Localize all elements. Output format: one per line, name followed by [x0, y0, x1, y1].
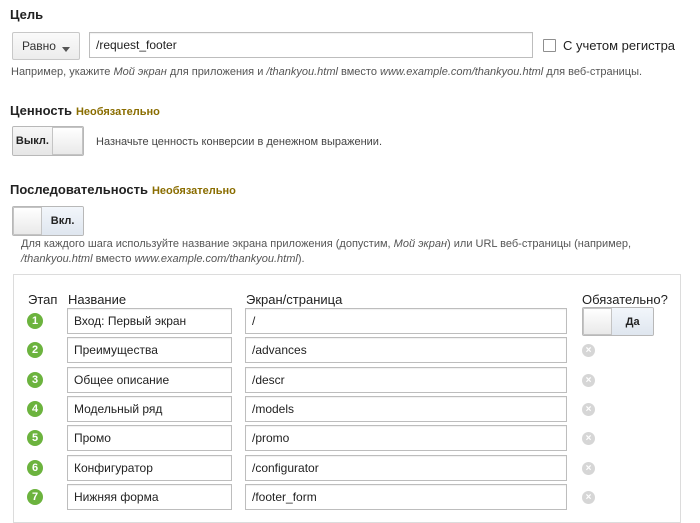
step-screen-input[interactable]: /descr [245, 367, 567, 393]
step-screen-input[interactable]: /promo [245, 425, 567, 451]
funnel-toggle-label: Вкл. [42, 207, 83, 235]
value-toggle-label: Выкл. [13, 127, 52, 155]
step-screen-text: /promo [252, 431, 290, 445]
value-optional-tag: Необязательно [75, 106, 160, 118]
step-screen-input[interactable]: /models [245, 396, 567, 422]
col-header-name: Название [68, 292, 127, 307]
step-number-badge: 6 [27, 460, 43, 476]
funnel-hint: Для каждого шага используйте название эк… [21, 238, 632, 265]
step-screen-input[interactable]: /configurator [245, 455, 567, 481]
case-sensitive-checkbox[interactable] [543, 39, 556, 52]
remove-step-icon[interactable]: × [582, 462, 595, 475]
step-number-badge: 5 [27, 430, 43, 446]
step-screen-text: /configurator [252, 461, 319, 475]
step-screen-input[interactable]: / [245, 308, 567, 334]
step-number-badge: 7 [27, 489, 43, 505]
goal-title: Цель [10, 7, 44, 22]
step-name-input[interactable]: Конфигуратор [67, 455, 232, 481]
funnel-toggle[interactable]: Вкл. [12, 206, 84, 236]
step-name-input[interactable]: Преимущества [67, 337, 232, 363]
step-number-badge: 1 [27, 313, 43, 329]
required-toggle-label: Да [612, 308, 653, 335]
step-number-badge: 2 [27, 342, 43, 358]
value-description: Назначьте ценность конверсии в денежном … [96, 136, 382, 148]
step-screen-input[interactable]: /advances [245, 337, 567, 363]
match-type-dropdown[interactable]: Равно [12, 32, 80, 60]
match-type-value: Равно [22, 39, 56, 53]
step-screen-text: /footer_form [252, 490, 317, 504]
step-name-input[interactable]: Промо [67, 425, 232, 451]
col-header-required: Обязательно? [582, 292, 668, 307]
step-name-text: Вход: Первый экран [74, 314, 187, 328]
goal-value-text: /request_footer [96, 38, 177, 52]
funnel-toggle-knob [13, 207, 43, 235]
step-name-text: Преимущества [74, 343, 158, 357]
step-name-text: Модельный ряд [74, 402, 163, 416]
step-name-text: Нижняя форма [74, 490, 159, 504]
goal-value-input[interactable]: /request_footer [89, 32, 533, 58]
remove-step-icon[interactable]: × [582, 374, 595, 387]
step-screen-text: /descr [252, 373, 285, 387]
step-name-text: Конфигуратор [74, 461, 153, 475]
remove-step-icon[interactable]: × [582, 403, 595, 416]
remove-step-icon[interactable]: × [582, 491, 595, 504]
step-screen-text: /advances [252, 343, 307, 357]
value-toggle[interactable]: Выкл. [12, 126, 84, 156]
step-name-input[interactable]: Модельный ряд [67, 396, 232, 422]
col-header-screen: Экран/страница [246, 292, 343, 307]
step-name-text: Общее описание [74, 373, 170, 387]
remove-step-icon[interactable]: × [582, 432, 595, 445]
step-screen-input[interactable]: /footer_form [245, 484, 567, 510]
funnel-optional-tag: Необязательно [151, 185, 236, 197]
value-title: Ценность [10, 103, 72, 118]
case-sensitive-label: С учетом регистра [563, 38, 676, 53]
funnel-heading: Последовательность Необязательно [10, 181, 236, 199]
step-number-badge: 4 [27, 401, 43, 417]
step-screen-text: /models [252, 402, 295, 416]
step-name-input[interactable]: Общее описание [67, 367, 232, 393]
goal-hint: Например, укажите Мой экран для приложен… [11, 66, 643, 78]
step-number-badge: 3 [27, 372, 43, 388]
value-heading: Ценность Необязательно [10, 102, 160, 120]
step-name-input[interactable]: Вход: Первый экран [67, 308, 232, 334]
step-name-text: Промо [74, 431, 111, 445]
col-header-step: Этап [28, 292, 58, 307]
step-name-input[interactable]: Нижняя форма [67, 484, 232, 510]
chevron-down-icon [62, 47, 70, 52]
step-screen-text: / [252, 314, 256, 328]
required-toggle[interactable]: Да [582, 307, 654, 336]
value-toggle-knob [51, 127, 83, 155]
funnel-title: Последовательность [10, 182, 148, 197]
remove-step-icon[interactable]: × [582, 344, 595, 357]
required-toggle-knob [583, 308, 613, 335]
